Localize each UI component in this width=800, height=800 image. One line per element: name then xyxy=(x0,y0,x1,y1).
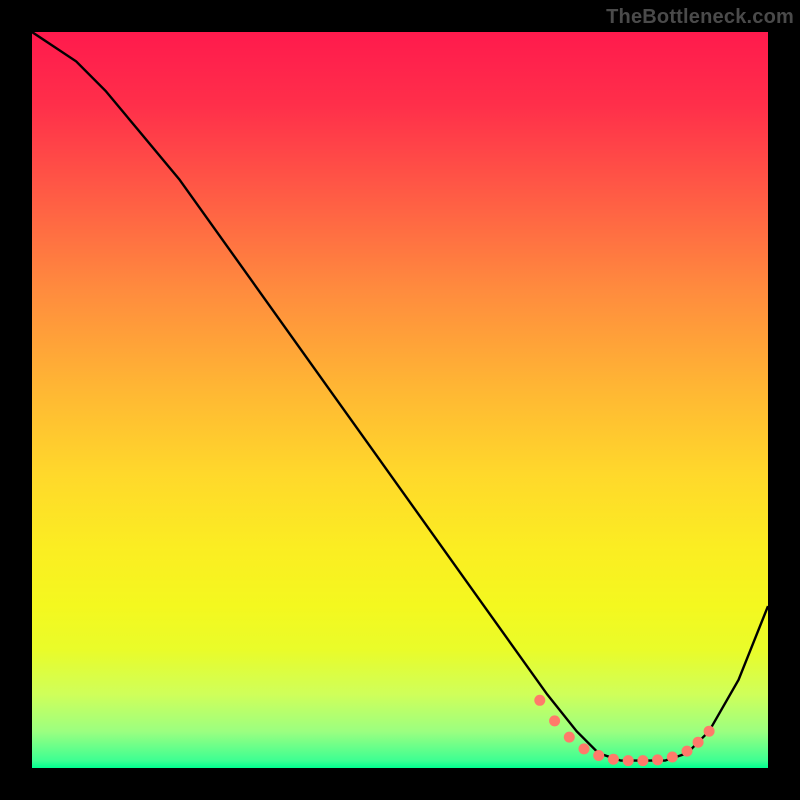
marker-dot xyxy=(704,726,715,737)
marker-dot xyxy=(637,755,648,766)
marker-dot xyxy=(682,746,693,757)
marker-dot xyxy=(564,732,575,743)
marker-dot xyxy=(652,754,663,765)
marker-dot xyxy=(579,743,590,754)
marker-dot xyxy=(534,695,545,706)
marker-dot xyxy=(667,752,678,763)
marker-dots xyxy=(534,695,714,766)
marker-dot xyxy=(693,737,704,748)
curve-layer xyxy=(32,32,768,768)
chart-container: TheBottleneck.com xyxy=(0,0,800,800)
marker-dot xyxy=(549,715,560,726)
marker-dot xyxy=(593,750,604,761)
watermark-text: TheBottleneck.com xyxy=(606,6,794,29)
marker-dot xyxy=(608,754,619,765)
bottleneck-curve xyxy=(32,32,768,761)
plot-area xyxy=(32,32,768,768)
marker-dot xyxy=(623,755,634,766)
